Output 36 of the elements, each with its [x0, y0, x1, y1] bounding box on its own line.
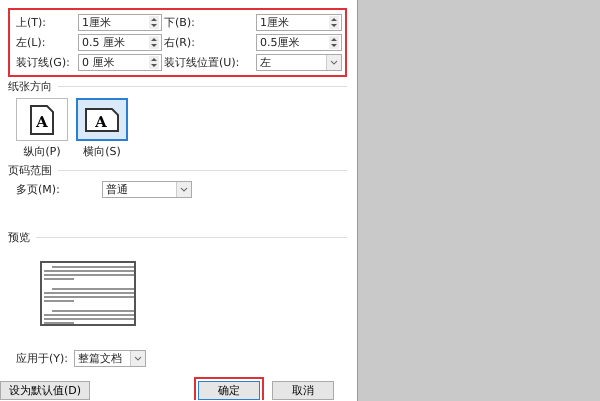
- dropdown-caret-icon[interactable]: [130, 351, 146, 366]
- ok-button[interactable]: 确定: [198, 381, 260, 400]
- field-label: 下(B):: [164, 15, 196, 30]
- number-field[interactable]: 0.5厘米: [256, 34, 342, 51]
- orientation-button[interactable]: A: [76, 98, 128, 141]
- field-label: 装订线位置(U):: [164, 55, 240, 70]
- field-label: 右(R):: [164, 35, 196, 50]
- orientation-button[interactable]: A: [16, 98, 68, 141]
- field-label: 多页(M):: [16, 182, 61, 197]
- number-field[interactable]: 1厘米: [256, 14, 342, 31]
- spinner-icon[interactable]: [149, 56, 159, 69]
- number-field[interactable]: 0.5 厘米: [78, 34, 162, 51]
- number-field[interactable]: 1厘米: [78, 14, 162, 31]
- field-label: 装订线(G):: [16, 55, 71, 70]
- spinner-icon[interactable]: [329, 16, 339, 29]
- field-label: 上(T):: [16, 15, 48, 30]
- dropdown-field[interactable]: 整篇文档: [74, 350, 146, 367]
- orientation-label: 横向(S): [83, 144, 121, 159]
- dropdown-field[interactable]: 左: [256, 54, 342, 71]
- section-title: 页码范围: [8, 163, 52, 178]
- landscape-page-icon: A: [85, 108, 119, 132]
- cancel-button[interactable]: 取消: [272, 381, 334, 400]
- field-label: 应用于(Y):: [16, 351, 68, 366]
- spinner-icon[interactable]: [149, 16, 159, 29]
- field-label: 左(L):: [16, 35, 46, 50]
- dropdown-field[interactable]: 普通: [102, 181, 192, 198]
- spinner-icon[interactable]: [149, 36, 159, 49]
- spinner-icon[interactable]: [329, 36, 339, 49]
- dropdown-caret-icon[interactable]: [176, 182, 191, 197]
- portrait-page-icon: A: [30, 104, 54, 134]
- section-title: 预览: [8, 230, 30, 245]
- dropdown-caret-icon[interactable]: [326, 55, 341, 70]
- set-default-button[interactable]: 设为默认值(D): [0, 381, 90, 400]
- section-title: 纸张方向: [8, 79, 52, 94]
- orientation-label: 纵向(P): [23, 144, 61, 159]
- number-field[interactable]: 0 厘米: [78, 54, 162, 71]
